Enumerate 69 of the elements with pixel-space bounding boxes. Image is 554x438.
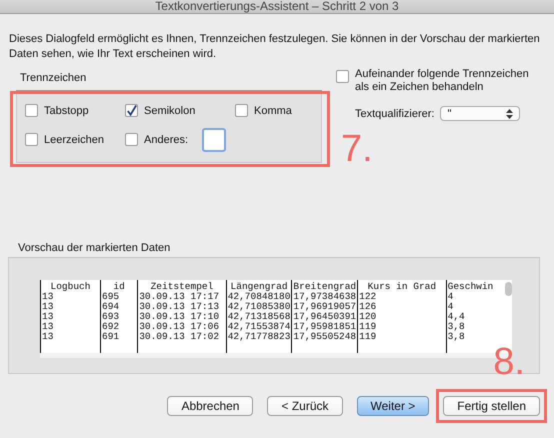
table-cell: 30.09.13 17:02: [138, 332, 226, 342]
checkbox-label: Anderes:: [144, 134, 188, 146]
table-cell: 13: [40, 312, 100, 322]
table-cell: 17,95505248: [292, 332, 358, 342]
table-cell: 3,8: [446, 332, 494, 342]
checkbox[interactable]: [235, 104, 248, 118]
table-cell: 30.09.13 17:13: [138, 302, 226, 312]
annotation-number: 7.: [341, 130, 373, 168]
window-title: Textkonvertierungs-Assistent – Schritt 2 von 3: [155, 0, 399, 13]
column-header: Kurs in Grad: [358, 280, 446, 292]
checkbox-label: Komma: [254, 104, 292, 117]
column-header: Logbuch: [40, 280, 100, 292]
checkbox[interactable]: [336, 70, 349, 83]
table-cell: 42,71085380: [226, 302, 292, 312]
checkbox-label: Leerzeichen: [44, 134, 104, 146]
column-header: id: [100, 280, 138, 292]
table-cell: 13: [40, 302, 100, 312]
vertical-scrollbar[interactable]: [505, 282, 512, 296]
table-cell: 17,97384638: [292, 292, 358, 302]
column-header: Zeitstempel: [138, 280, 226, 292]
annotation-number: 8.: [493, 343, 525, 381]
table-cell: 17,95981851: [292, 322, 358, 332]
checkbox-label: Tabstopp: [44, 104, 89, 117]
table-cell: 42,71553874: [226, 322, 292, 332]
table-cell: 119: [358, 332, 446, 342]
table-cell: 4,4: [446, 312, 494, 322]
checkbox[interactable]: [125, 104, 138, 118]
checkbox-label: Semikolon: [144, 104, 196, 117]
checkbox[interactable]: [25, 104, 38, 118]
table-cell: 4: [446, 302, 494, 312]
checkbox[interactable]: [125, 133, 138, 146]
checkbox[interactable]: [25, 133, 38, 146]
dialog-button[interactable]: Abbrechen: [167, 396, 254, 416]
column-header: Längengrad: [226, 280, 292, 292]
table-cell: 42,71778823: [226, 332, 292, 342]
table-cell: 13: [40, 292, 100, 302]
checkbox-label: Aufeinander folgende Trennzeichen als ein Zeichen behandeln: [355, 68, 530, 94]
finish-button[interactable]: Fertig stellen: [443, 396, 540, 416]
column-header: Geschwin: [446, 280, 494, 292]
table-cell: 694: [100, 302, 138, 312]
table-cell: 119: [358, 322, 446, 332]
table-cell: 30.09.13 17:10: [138, 312, 226, 322]
table-cell: 695: [100, 292, 138, 302]
stepper-icon: [506, 108, 514, 118]
column-header: Breitengrad: [292, 280, 358, 292]
table-cell: 692: [100, 322, 138, 332]
dialog-button[interactable]: Weiter >: [356, 396, 430, 416]
table-cell: 126: [358, 302, 446, 312]
group-title: Trennzeichen: [20, 72, 88, 84]
table-cell: 42,70848180: [226, 292, 292, 302]
table-cell: 122: [358, 292, 446, 302]
table-cell: 693: [100, 312, 138, 322]
table-cell: 13: [40, 332, 100, 342]
table-cell: 17,96450391: [292, 312, 358, 322]
table-cell: 42,71318568: [226, 312, 292, 322]
table-cell: 13: [40, 322, 100, 332]
table-cell: 4: [446, 292, 494, 302]
table-cell: 30.09.13 17:17: [138, 292, 226, 302]
qualifier-dropdown[interactable]: ": [440, 106, 520, 121]
preview-title: Vorschau der markierten Daten: [18, 242, 172, 254]
qualifier-label: Textqualifizierer:: [355, 108, 434, 120]
dialog-button[interactable]: < Zurück: [267, 396, 342, 416]
table-cell: 691: [100, 332, 138, 342]
other-field[interactable]: [202, 128, 226, 152]
table-cell: 30.09.13 17:06: [138, 322, 226, 332]
intro-text: Dieses Dialogfeld ermöglicht es Ihnen, Trennzeichen festzulegen. Sie können in der Vorschau der markierten Daten sehen, wie Ihr Text erscheinen wird.: [9, 32, 541, 62]
table-cell: 17,96919057: [292, 302, 358, 312]
table-cell: 3,8: [446, 322, 494, 332]
table-cell: 120: [358, 312, 446, 322]
